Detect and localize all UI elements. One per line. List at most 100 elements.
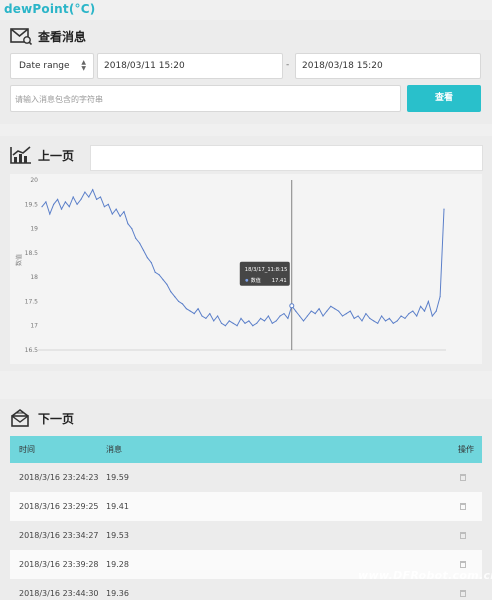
data-point[interactable] (166, 283, 168, 285)
data-point[interactable] (115, 208, 117, 210)
data-point[interactable] (201, 315, 203, 317)
data-point[interactable] (420, 305, 422, 307)
data-point[interactable] (41, 206, 43, 208)
data-point[interactable] (103, 206, 105, 208)
data-point[interactable] (170, 291, 172, 293)
data-point[interactable] (295, 310, 297, 312)
data-point[interactable] (99, 196, 102, 198)
data-point[interactable] (256, 322, 258, 324)
data-point[interactable] (142, 249, 145, 251)
data-point[interactable] (330, 305, 332, 307)
data-point[interactable] (57, 198, 59, 200)
data-point[interactable] (248, 320, 250, 322)
data-point[interactable] (388, 317, 390, 319)
data-point[interactable] (154, 271, 156, 273)
highlighted-point[interactable] (289, 303, 295, 309)
data-point[interactable] (80, 198, 82, 200)
data-point[interactable] (361, 320, 363, 322)
data-point[interactable] (396, 320, 398, 322)
data-point[interactable] (377, 322, 379, 324)
data-point[interactable] (131, 228, 133, 230)
data-point[interactable] (345, 313, 347, 315)
data-point[interactable] (310, 310, 312, 312)
search-input[interactable]: 请输入消息包含的字符串 (10, 85, 401, 112)
end-date-input[interactable]: 2018/03/18 15:20 (295, 53, 481, 79)
data-point[interactable] (271, 322, 273, 324)
data-point[interactable] (287, 317, 289, 319)
data-point[interactable] (119, 215, 121, 217)
data-point[interactable] (318, 308, 320, 310)
data-point[interactable] (178, 300, 180, 302)
data-point[interactable] (299, 315, 301, 317)
data-point[interactable] (84, 191, 86, 193)
data-point[interactable] (326, 310, 328, 312)
data-point[interactable] (338, 310, 340, 312)
data-point[interactable] (49, 213, 51, 215)
search-button[interactable]: 查看 (407, 85, 481, 112)
data-point[interactable] (217, 315, 219, 317)
data-point[interactable] (64, 201, 66, 203)
data-point[interactable] (150, 262, 152, 264)
data-point[interactable] (349, 310, 351, 312)
data-point[interactable] (400, 315, 402, 317)
data-point[interactable] (357, 315, 359, 317)
data-point[interactable] (232, 322, 234, 324)
data-point[interactable] (205, 317, 207, 319)
data-point[interactable] (96, 198, 98, 200)
data-point[interactable] (408, 313, 410, 315)
data-point[interactable] (123, 211, 125, 213)
data-point[interactable] (392, 322, 394, 324)
data-point[interactable] (224, 325, 226, 327)
delete-icon[interactable] (460, 474, 466, 481)
delete-icon[interactable] (460, 590, 466, 597)
data-point[interactable] (244, 322, 246, 324)
data-point[interactable] (111, 213, 113, 215)
data-point[interactable] (443, 208, 445, 210)
delete-icon[interactable] (460, 503, 466, 510)
date-range-select[interactable]: Date range ▲ ▼ (10, 53, 94, 79)
data-point[interactable] (404, 317, 406, 319)
data-point[interactable] (369, 317, 371, 319)
data-point[interactable] (60, 208, 63, 210)
data-point[interactable] (107, 203, 109, 205)
data-point[interactable] (267, 315, 269, 317)
data-point[interactable] (162, 279, 164, 281)
data-point[interactable] (384, 320, 387, 322)
data-point[interactable] (76, 203, 78, 205)
data-point[interactable] (279, 315, 281, 317)
data-point[interactable] (146, 257, 148, 259)
data-point[interactable] (174, 296, 176, 298)
data-point[interactable] (236, 325, 238, 327)
data-point[interactable] (158, 274, 160, 276)
data-point[interactable] (341, 315, 344, 317)
data-point[interactable] (92, 189, 94, 191)
data-point[interactable] (353, 317, 355, 319)
data-point[interactable] (263, 320, 266, 322)
data-point[interactable] (228, 320, 230, 322)
data-point[interactable] (314, 313, 316, 315)
start-date-input[interactable]: 2018/03/11 15:20 (97, 53, 283, 79)
delete-icon[interactable] (460, 532, 466, 539)
data-point[interactable] (423, 310, 426, 312)
data-point[interactable] (252, 325, 254, 327)
data-point[interactable] (435, 310, 437, 312)
data-point[interactable] (427, 300, 429, 302)
data-point[interactable] (53, 203, 55, 205)
data-point[interactable] (209, 313, 211, 315)
data-point[interactable] (240, 317, 242, 319)
data-point[interactable] (45, 201, 47, 203)
data-point[interactable] (365, 313, 367, 315)
data-point[interactable] (260, 317, 262, 319)
data-point[interactable] (213, 320, 215, 322)
data-point[interactable] (306, 315, 308, 317)
data-point[interactable] (302, 320, 305, 322)
data-point[interactable] (416, 315, 418, 317)
data-point[interactable] (283, 313, 285, 315)
data-point[interactable] (439, 296, 441, 298)
data-point[interactable] (381, 315, 383, 317)
data-point[interactable] (181, 303, 184, 305)
data-point[interactable] (431, 315, 433, 317)
data-point[interactable] (220, 322, 223, 324)
delete-icon[interactable] (460, 561, 466, 568)
data-point[interactable] (197, 308, 199, 310)
